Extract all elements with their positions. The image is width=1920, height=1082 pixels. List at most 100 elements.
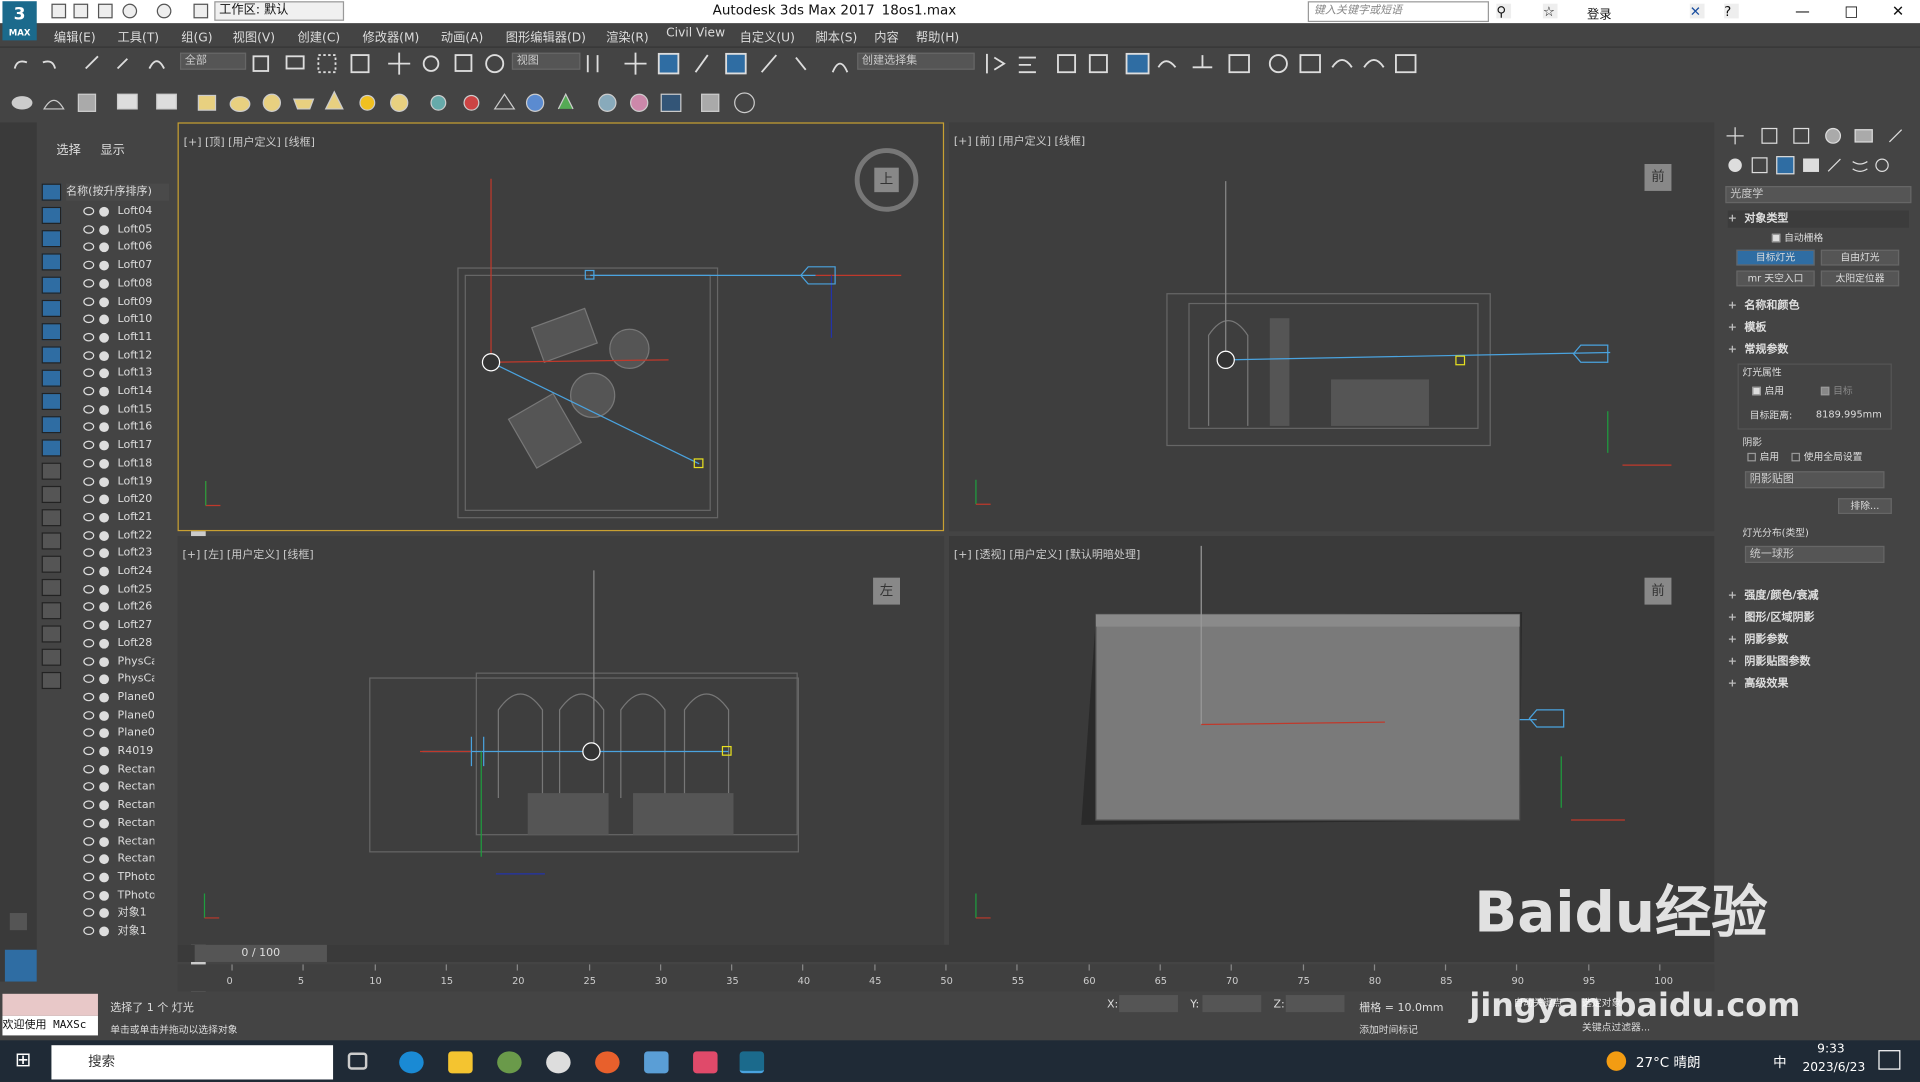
viewcube-persp[interactable]: 前 [1644, 577, 1672, 605]
viewcube-front[interactable]: 前 [1644, 164, 1672, 191]
menu-content[interactable]: 内容 [874, 27, 898, 45]
close-button[interactable]: ✕ [1873, 0, 1920, 23]
rollout-template[interactable]: 模板 [1728, 319, 1909, 336]
rollout-shadow-params[interactable]: 阴影参数 [1728, 632, 1909, 649]
explorer-filter-icon[interactable] [41, 369, 62, 387]
explorer-filter-icon[interactable] [41, 625, 62, 643]
firefox-icon[interactable] [595, 1051, 620, 1074]
visibility-eye-icon[interactable] [83, 278, 95, 288]
viewport-layout-icon[interactable] [4, 949, 37, 982]
explorer-filter-icon[interactable] [41, 323, 62, 341]
menu-rendering[interactable]: 渲染(R) [606, 27, 649, 45]
visibility-eye-icon[interactable] [83, 530, 95, 540]
list-item[interactable]: Loft19 [66, 473, 164, 491]
list-item[interactable]: Loft04 [66, 203, 164, 221]
use-global-checkbox[interactable] [1791, 452, 1801, 462]
workspace-dropdown[interactable]: 工作区: 默认 [214, 1, 345, 21]
list-item[interactable]: TPhotometricLight001 [66, 869, 164, 887]
menu-modifiers[interactable]: 修改器(M) [362, 27, 419, 45]
list-item[interactable]: TPhotometricLight002 [66, 887, 164, 905]
list-item[interactable]: Loft11 [66, 329, 164, 347]
visibility-eye-icon[interactable] [83, 404, 95, 414]
explorer-filter-icon[interactable] [41, 532, 62, 550]
distribution-dropdown[interactable]: 统一球形 [1744, 545, 1885, 563]
save-file-icon[interactable] [97, 3, 113, 19]
app-icon-2[interactable] [546, 1051, 571, 1074]
explorer-filter-icon[interactable] [41, 183, 62, 201]
visibility-eye-icon[interactable] [83, 674, 95, 684]
list-item[interactable]: Loft09 [66, 293, 164, 311]
explorer-filter-icon[interactable] [41, 439, 62, 457]
visibility-eye-icon[interactable] [83, 890, 95, 900]
visibility-eye-icon[interactable] [83, 332, 95, 342]
rollout-advanced-effects[interactable]: 高级效果 [1728, 676, 1909, 693]
notifications-icon[interactable] [1878, 1050, 1901, 1070]
visibility-eye-icon[interactable] [83, 854, 95, 864]
menu-group[interactable]: 组(G) [181, 27, 212, 45]
auto-grid-checkbox[interactable] [1771, 233, 1781, 243]
visibility-eye-icon[interactable] [83, 350, 95, 360]
visibility-eye-icon[interactable] [83, 836, 95, 846]
light-type-dropdown[interactable]: 光度学 [1725, 186, 1912, 204]
visibility-eye-icon[interactable] [83, 296, 95, 306]
visibility-eye-icon[interactable] [83, 206, 95, 216]
star-icon[interactable]: ☆ [1542, 3, 1558, 20]
visibility-eye-icon[interactable] [83, 764, 95, 774]
visibility-eye-icon[interactable] [83, 818, 95, 828]
list-item[interactable]: Loft18 [66, 455, 164, 473]
list-item[interactable]: Loft17 [66, 437, 164, 455]
list-item[interactable]: Plane002 [66, 707, 164, 725]
list-item[interactable]: Rectangle003 [66, 797, 164, 815]
explorer-filter-icon[interactable] [41, 253, 62, 271]
list-item[interactable]: 对象1 [66, 905, 164, 923]
reference-coord-dropdown[interactable]: 视图 [511, 52, 581, 70]
list-item[interactable]: Loft22 [66, 527, 164, 545]
visibility-eye-icon[interactable] [83, 692, 95, 702]
rollout-shape-area[interactable]: 图形/区域阴影 [1728, 610, 1909, 627]
explorer-filter-icon[interactable] [41, 206, 62, 224]
explorer-filter-icon[interactable] [41, 509, 62, 527]
explorer-filter-icon[interactable] [41, 346, 62, 364]
visibility-eye-icon[interactable] [83, 620, 95, 630]
undo-icon[interactable] [122, 3, 138, 19]
explorer-filter-icon[interactable] [41, 392, 62, 411]
visibility-eye-icon[interactable] [83, 908, 95, 918]
maxscript-welcome[interactable]: 欢迎使用 MAXSc [2, 1015, 98, 1036]
list-item[interactable]: Loft20 [66, 491, 164, 509]
list-item[interactable]: R4019 [66, 743, 164, 761]
open-file-icon[interactable] [73, 3, 89, 19]
list-item[interactable]: Loft05 [66, 221, 164, 239]
viewcube-face[interactable]: 上 [874, 167, 899, 193]
list-item[interactable]: 对象1 [66, 923, 164, 938]
shadow-type-dropdown[interactable]: 阴影贴图 [1744, 471, 1885, 489]
maxscript-listener[interactable] [2, 993, 98, 1016]
rollout-shadow-map-params[interactable]: 阴影贴图参数 [1728, 654, 1909, 671]
project-folder-icon[interactable] [193, 3, 209, 19]
visibility-eye-icon[interactable] [83, 656, 95, 666]
list-item[interactable]: Loft28 [66, 635, 164, 653]
explorer-filter-icon[interactable] [41, 555, 62, 573]
explorer-filter-icon[interactable] [41, 230, 62, 248]
visibility-eye-icon[interactable] [83, 710, 95, 720]
list-item[interactable]: Loft13 [66, 365, 164, 383]
visibility-eye-icon[interactable] [83, 926, 95, 936]
rollout-object-type[interactable]: 对象类型 [1727, 210, 1909, 228]
targeted-checkbox[interactable] [1820, 386, 1830, 396]
menu-animation[interactable]: 动画(A) [441, 27, 483, 45]
menu-tools[interactable]: 工具(T) [118, 27, 160, 45]
help-icon[interactable]: ? [1724, 3, 1739, 20]
list-item[interactable]: Loft10 [66, 311, 164, 329]
free-light-button[interactable]: 自由灯光 [1820, 249, 1900, 266]
app-icon-3[interactable] [693, 1051, 718, 1074]
sun-positioner-button[interactable]: 太阳定位器 [1820, 270, 1900, 287]
maximize-button[interactable]: □ [1827, 0, 1876, 23]
list-item[interactable]: Plane003 [66, 725, 164, 743]
x-exchange-icon[interactable]: ✕ [1689, 3, 1705, 20]
visibility-eye-icon[interactable] [83, 638, 95, 648]
list-item[interactable]: Loft12 [66, 347, 164, 365]
menu-create[interactable]: 创建(C) [298, 27, 341, 45]
list-item[interactable]: Loft27 [66, 617, 164, 635]
menu-views[interactable]: 视图(V) [233, 27, 275, 45]
target-light-button[interactable]: 目标灯光 [1736, 249, 1815, 266]
list-item[interactable]: Loft16 [66, 419, 164, 437]
